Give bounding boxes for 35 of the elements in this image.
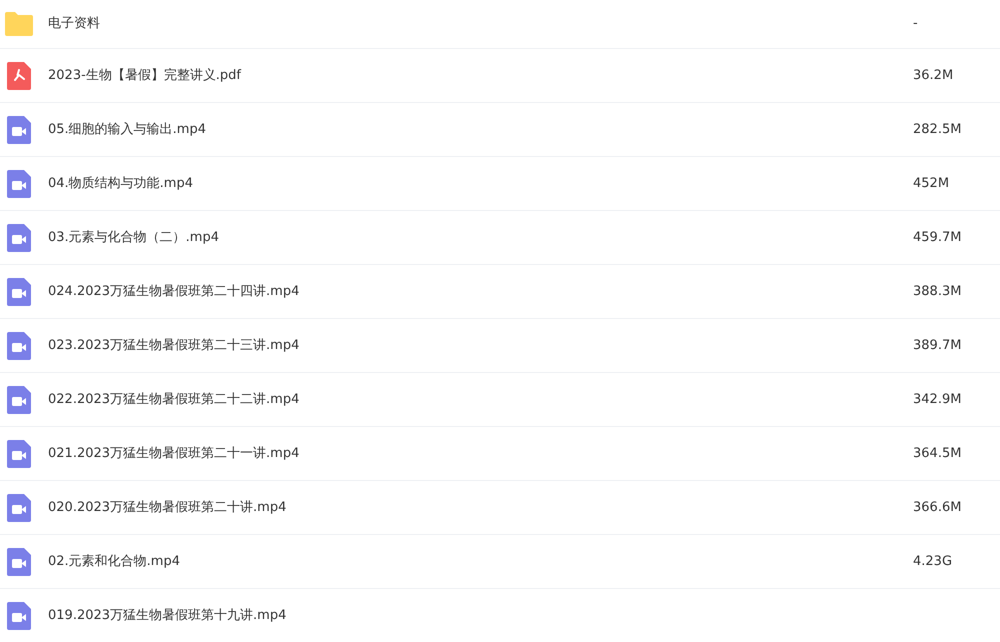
file-size: 282.5M xyxy=(913,120,962,139)
video-file-icon xyxy=(4,492,34,522)
file-size: 389.7M xyxy=(913,336,962,355)
file-name[interactable]: 022.2023万猛生物暑假班第二十二讲.mp4 xyxy=(48,390,913,410)
video-file-icon xyxy=(4,276,34,306)
folder-icon xyxy=(4,9,34,39)
video-file-icon xyxy=(4,168,34,198)
file-name[interactable]: 03.元素与化合物（二）.mp4 xyxy=(48,228,913,248)
video-file-icon xyxy=(4,222,34,252)
file-size: 36.2M xyxy=(913,66,954,85)
file-size: 366.6M xyxy=(913,498,962,517)
file-name[interactable]: 04.物质结构与功能.mp4 xyxy=(48,174,913,194)
file-name[interactable]: 2023-生物【暑假】完整讲义.pdf xyxy=(48,66,913,86)
video-file-icon xyxy=(4,546,34,576)
file-size: - xyxy=(913,15,919,34)
file-size: 452M xyxy=(913,174,950,193)
video-file-icon xyxy=(4,438,34,468)
file-size: 364.5M xyxy=(913,444,962,463)
file-size: 459.7M xyxy=(913,228,962,247)
file-size: 388.3M xyxy=(913,282,962,301)
video-file-icon xyxy=(4,114,34,144)
file-name[interactable]: 019.2023万猛生物暑假班第十九讲.mp4 xyxy=(48,606,1000,626)
file-name[interactable]: 电子资料 xyxy=(48,14,913,34)
file-name[interactable]: 023.2023万猛生物暑假班第二十三讲.mp4 xyxy=(48,336,913,356)
file-size: 342.9M xyxy=(913,390,962,409)
file-size: 4.23G xyxy=(913,552,954,571)
pdf-icon xyxy=(4,60,34,90)
video-file-icon xyxy=(4,600,34,630)
video-file-icon xyxy=(4,330,34,360)
file-name[interactable]: 021.2023万猛生物暑假班第二十一讲.mp4 xyxy=(48,444,913,464)
file-name[interactable]: 02.元素和化合物.mp4 xyxy=(48,552,913,572)
file-name[interactable]: 024.2023万猛生物暑假班第二十四讲.mp4 xyxy=(48,282,913,302)
file-name[interactable]: 020.2023万猛生物暑假班第二十讲.mp4 xyxy=(48,498,913,518)
video-file-icon xyxy=(4,384,34,414)
file-name[interactable]: 05.细胞的输入与输出.mp4 xyxy=(48,120,913,140)
